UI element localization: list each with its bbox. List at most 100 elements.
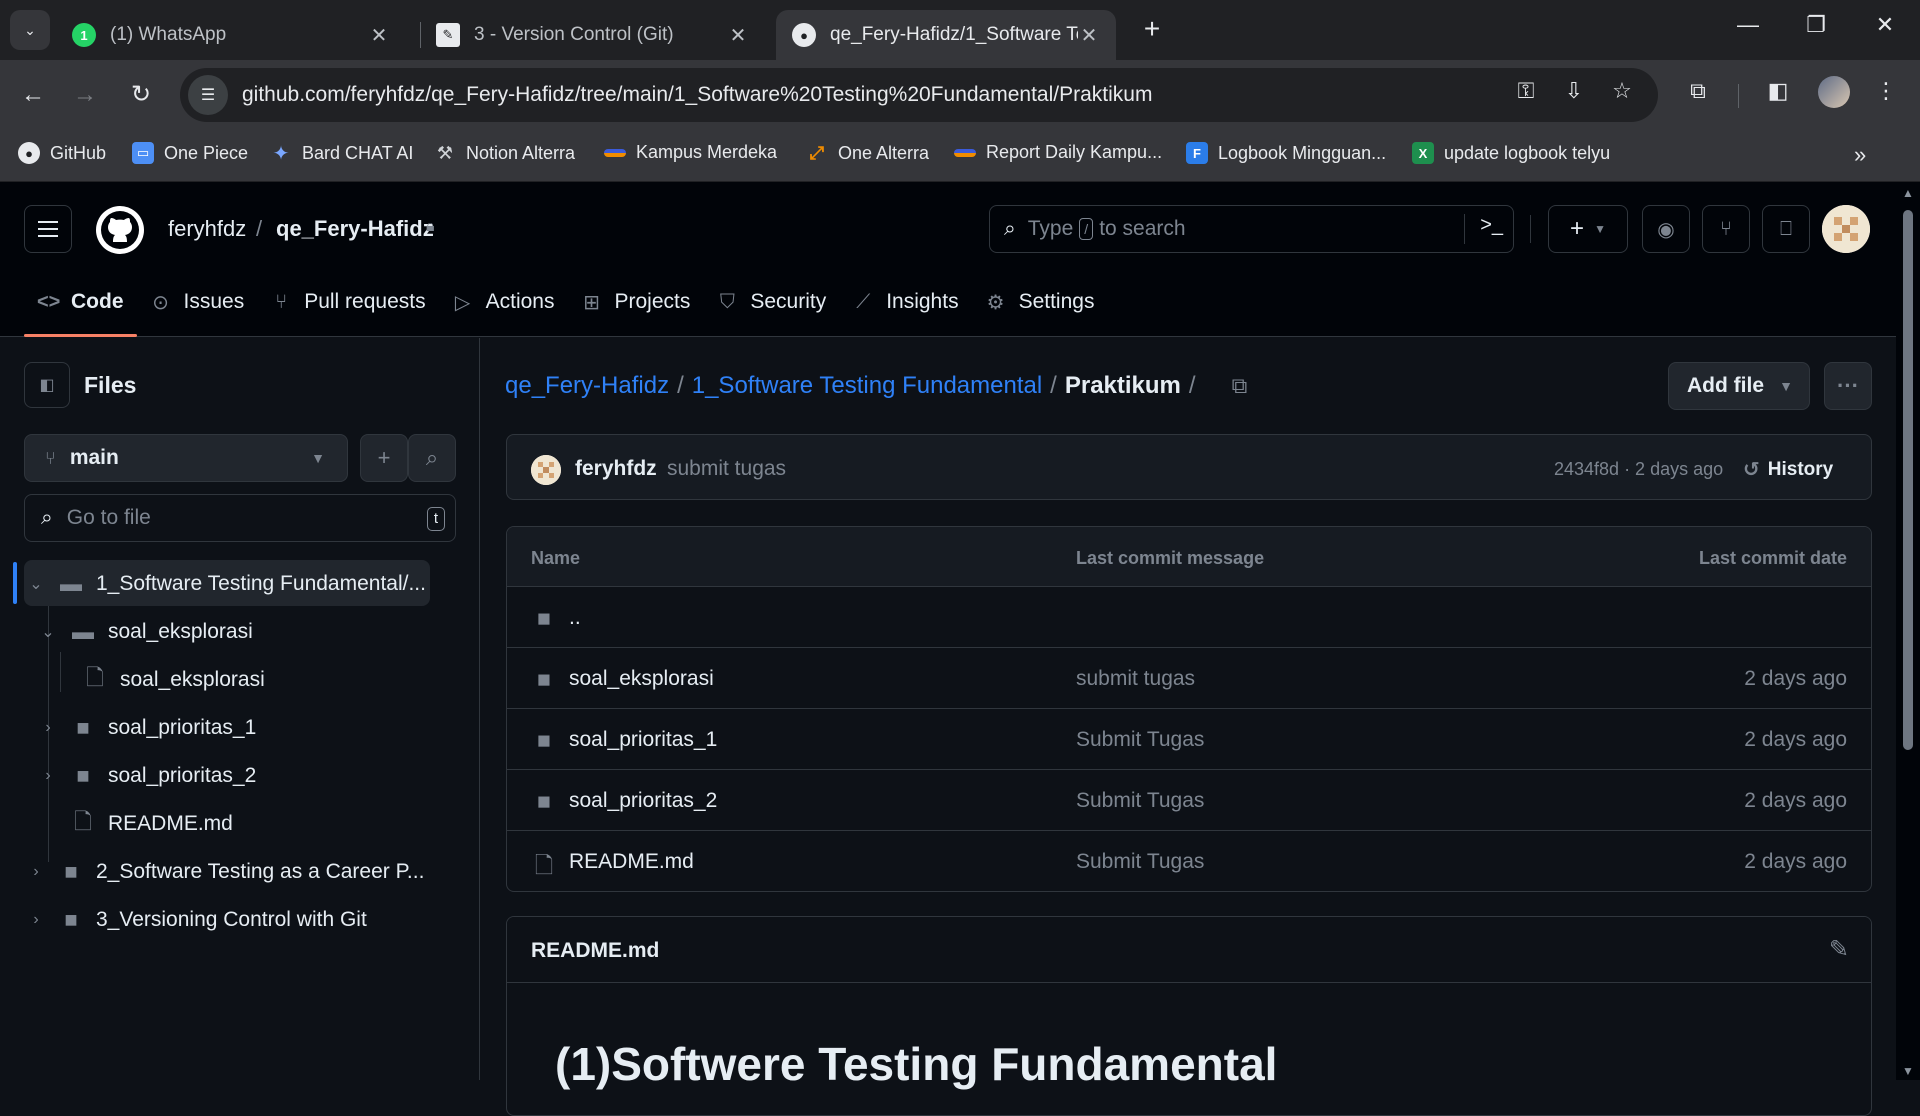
search-input[interactable]: ⌕ Type / to search >_ <box>989 205 1514 253</box>
commit-message-link[interactable]: submit tugas <box>1076 667 1195 691</box>
more-options-button[interactable]: ··· <box>1824 362 1872 410</box>
tab-pull-requests[interactable]: ⑂ Pull requests <box>257 277 438 327</box>
history-icon: ↺ <box>1743 459 1760 481</box>
close-tab-icon[interactable]: ✕ <box>727 23 749 48</box>
commit-message-link[interactable]: submit tugas <box>667 457 786 481</box>
user-avatar[interactable] <box>1822 205 1870 253</box>
address-bar[interactable]: ☰ github.com/feryhfdz/qe_Fery-Hafidz/tre… <box>180 68 1658 122</box>
repo-owner-link[interactable]: feryhfdz <box>168 216 246 242</box>
bookmark-update-logbook[interactable]: X update logbook telyu <box>1412 142 1610 164</box>
bookmark-bard[interactable]: ✦ Bard CHAT AI <box>270 142 414 165</box>
bookmark-github[interactable]: ● GitHub <box>18 142 106 164</box>
github-logo-icon[interactable] <box>96 206 144 254</box>
restore-icon[interactable]: ❐ <box>1791 12 1841 38</box>
profile-avatar[interactable] <box>1816 76 1852 108</box>
bookmark-kampus-merdeka[interactable]: Kampus Merdeka <box>604 142 777 163</box>
file-name-link[interactable]: README.md <box>569 850 694 874</box>
tab-actions[interactable]: ▷ Actions <box>439 277 568 327</box>
create-new-button[interactable]: + ▼ <box>1548 205 1628 253</box>
close-tab-icon[interactable]: ✕ <box>1078 23 1100 48</box>
tree-item-folder[interactable]: › ■ 3_Versioning Control with Git <box>26 898 366 942</box>
hamburger-menu-button[interactable] <box>24 205 72 253</box>
tab-github-active[interactable]: ● qe_Fery-Hafidz/1_Software Test ✕ <box>776 10 1116 60</box>
tree-item-folder[interactable]: › ■ soal_prioritas_1 <box>38 706 256 750</box>
pencil-icon[interactable]: ✎ <box>1829 935 1849 964</box>
issues-button[interactable]: ◉ <box>1642 205 1690 253</box>
parent-directory-link[interactable]: .. <box>569 606 581 630</box>
commit-message-link[interactable]: Submit Tugas <box>1076 728 1204 752</box>
tab-insights[interactable]: ⟋ Insights <box>839 277 971 327</box>
tree-item-file[interactable]: 🗋︎ README.md <box>58 802 233 846</box>
bookmark-notion[interactable]: ⚒ Notion Alterra <box>434 142 575 164</box>
back-icon[interactable]: ← <box>14 76 52 114</box>
commit-hash-date[interactable]: 2434f8d · 2 days ago <box>1554 459 1723 480</box>
page-scrollbar[interactable]: ▲ ▼ <box>1896 182 1920 1080</box>
breadcrumb-folder-link[interactable]: 1_Software Testing Fundamental <box>692 372 1042 400</box>
scroll-down-icon[interactable]: ▼ <box>1902 1064 1914 1078</box>
tab-whatsapp[interactable]: 1 (1) WhatsApp ✕ <box>56 10 406 60</box>
close-tab-icon[interactable]: ✕ <box>368 23 390 48</box>
tree-item-folder[interactable]: ⌄ ▬ 1_Software Testing Fundamental/... <box>26 562 426 606</box>
file-name-link[interactable]: soal_prioritas_1 <box>569 728 717 752</box>
table-row[interactable]: 🗋︎ README.md Submit Tugas 2 days ago <box>507 831 1871 891</box>
commit-message-link[interactable]: Submit Tugas <box>1076 850 1204 874</box>
tab-issues[interactable]: ⊙ Issues <box>137 277 258 327</box>
tree-item-folder[interactable]: ⌄ ▬ soal_eksplorasi <box>38 610 252 654</box>
commit-message-link[interactable]: Submit Tugas <box>1076 789 1204 813</box>
close-window-icon[interactable]: ✕ <box>1860 12 1910 38</box>
tab-search-dropdown[interactable]: ⌄ <box>10 10 50 50</box>
file-name-link[interactable]: soal_eksplorasi <box>569 667 714 691</box>
collapse-sidebar-button[interactable]: ◧ <box>24 362 70 408</box>
author-avatar[interactable] <box>531 455 561 485</box>
chevron-down-icon: ⌄ <box>29 576 43 593</box>
bookmark-logbook[interactable]: F Logbook Mingguan... <box>1186 142 1386 164</box>
history-button[interactable]: ↺ History <box>1743 457 1833 482</box>
side-panel-icon[interactable]: ◧ <box>1760 78 1796 104</box>
scroll-up-icon[interactable]: ▲ <box>1902 186 1914 200</box>
site-info-icon[interactable]: ☰ <box>188 75 228 115</box>
pull-requests-button[interactable]: ⑂ <box>1702 205 1750 253</box>
tab-settings[interactable]: ⚙ Settings <box>972 277 1108 327</box>
password-key-icon[interactable]: ⚿ <box>1508 78 1544 104</box>
install-app-icon[interactable]: ⇩ <box>1556 78 1592 104</box>
bookmark-one-piece[interactable]: ▭ One Piece <box>132 142 248 164</box>
url-text[interactable]: github.com/feryhfdz/qe_Fery-Hafidz/tree/… <box>242 83 1152 107</box>
new-tab-button[interactable]: + <box>1136 14 1168 46</box>
path-breadcrumb: qe_Fery-Hafidz / 1_Software Testing Fund… <box>505 372 1248 400</box>
more-bookmarks-icon[interactable]: » <box>1854 142 1866 168</box>
inbox-button[interactable]: ⎕ <box>1762 205 1810 253</box>
table-row[interactable]: ■ soal_prioritas_1 Submit Tugas 2 days a… <box>507 709 1871 770</box>
scroll-thumb[interactable] <box>1903 210 1913 750</box>
tree-item-folder[interactable]: › ■ soal_prioritas_2 <box>38 754 256 798</box>
branch-selector[interactable]: ⑂ main ▼ <box>24 434 348 482</box>
minimize-icon[interactable]: — <box>1723 12 1773 38</box>
copy-path-icon[interactable]: ⧉ <box>1232 373 1248 399</box>
readme-title[interactable]: README.md <box>531 939 659 963</box>
bookmark-report-daily[interactable]: Report Daily Kampu... <box>954 142 1162 163</box>
repo-name-link[interactable]: qe_Fery-Hafidz <box>276 216 434 242</box>
tree-item-file[interactable]: 🗋︎ soal_eksplorasi <box>70 658 265 702</box>
add-file-sidebar-button[interactable]: + <box>360 434 408 482</box>
go-to-file-input[interactable]: ⌕ Go to file t <box>24 494 456 542</box>
folder-open-icon: ▬ <box>60 571 82 596</box>
tab-code[interactable]: <> Code <box>24 277 137 337</box>
file-name-link[interactable]: soal_prioritas_2 <box>569 789 717 813</box>
tree-item-folder[interactable]: › ■ 2_Software Testing as a Career P... <box>26 850 424 894</box>
table-row[interactable]: ■ .. <box>507 587 1871 648</box>
bookmark-star-icon[interactable]: ☆ <box>1604 78 1640 104</box>
browser-menu-icon[interactable]: ⋮ <box>1868 78 1904 104</box>
bookmark-one-alterra[interactable]: ⤢ One Alterra <box>806 142 929 164</box>
reload-icon[interactable]: ↻ <box>122 76 160 114</box>
tab-version-control[interactable]: ✎ 3 - Version Control (Git) ✕ <box>420 10 765 60</box>
command-palette-icon[interactable]: >_ <box>1480 214 1503 237</box>
tab-security[interactable]: ⛉ Security <box>703 277 839 327</box>
add-file-button[interactable]: Add file ▼ <box>1668 362 1810 410</box>
forward-icon[interactable]: → <box>66 76 104 114</box>
breadcrumb-repo-link[interactable]: qe_Fery-Hafidz <box>505 372 669 400</box>
table-row[interactable]: ■ soal_prioritas_2 Submit Tugas 2 days a… <box>507 770 1871 831</box>
commit-author-link[interactable]: feryhfdz <box>575 457 657 481</box>
table-row[interactable]: ■ soal_eksplorasi submit tugas 2 days ag… <box>507 648 1871 709</box>
search-files-button[interactable]: ⌕ <box>408 434 456 482</box>
extensions-icon[interactable]: ⧉ <box>1680 78 1716 104</box>
tab-projects[interactable]: ⊞ Projects <box>567 277 703 327</box>
